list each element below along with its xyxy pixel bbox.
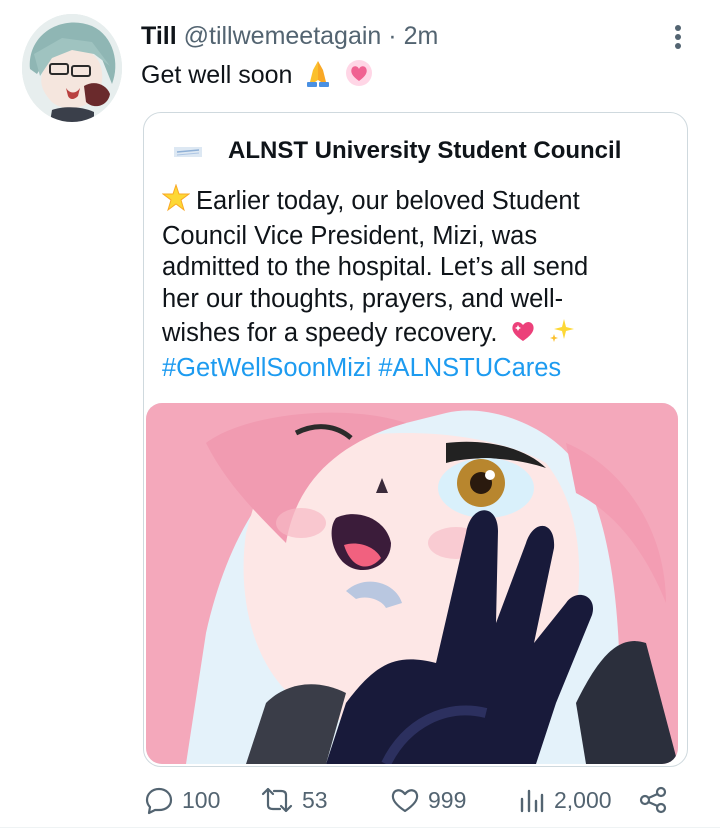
share-button[interactable] [638,778,676,822]
tweet[interactable]: Till @tillwemeetagain · 2m Get well soon [0,0,720,831]
reply-icon [145,787,173,815]
hashtag-alnstucares[interactable]: #ALNSTUCares [378,354,561,382]
author-name[interactable]: Till [141,22,177,50]
quoted-author-name[interactable]: ALNST University Student Council [228,137,678,165]
quoted-line-3: admitted to the hospital. Let’s all send [162,253,589,282]
reply-button[interactable]: 100 [144,778,220,822]
tweet-text: Get well soon [141,58,374,95]
glowing-star-emoji [161,183,191,221]
quoted-tweet[interactable]: ALNST University Student Council Earlier… [143,112,688,767]
tweet-header: Till @tillwemeetagain · 2m [141,22,438,54]
tweet-time[interactable]: 2m [404,22,439,50]
like-count: 999 [428,786,467,813]
hashtags-line: #GetWellSoonMizi #ALNSTUCares [162,353,682,385]
retweet-icon [261,787,293,813]
mizi-illustration-image [146,403,678,764]
separator-dot: · [388,22,397,50]
quoted-tweet-text: Earlier today, our beloved Student Counc… [161,183,682,385]
retweet-button[interactable]: 53 [260,778,328,822]
author-handle[interactable]: @tillwemeetagain [184,22,382,50]
views-count: 2,000 [554,786,612,813]
more-options-icon[interactable] [664,22,692,52]
avatar[interactable] [22,14,122,122]
folded-hands-emoji [303,58,333,95]
quoted-line-5: wishes for a speedy recovery. [162,316,682,353]
views-button[interactable]: 2,000 [518,778,612,822]
retweet-count: 53 [302,786,328,813]
avatar-till-icon [22,14,122,122]
sparkling-heart-emoji [509,316,537,353]
tweet-actions: 100 53 999 2,000 [0,778,720,822]
share-icon [639,786,667,814]
quoted-line-4: her our thoughts, prayers, and well- [162,285,564,314]
quoted-line-2: Council Vice President, Mizi, was [162,221,538,250]
reply-count: 100 [182,786,221,813]
divider [0,827,720,828]
tweet-text-content: Get well soon [141,61,293,90]
student-council-logo [173,142,203,162]
like-button[interactable]: 999 [390,778,466,822]
hashtag-getwellsoonmizi[interactable]: #GetWellSoonMizi [162,354,371,382]
sparkles-emoji [548,316,576,353]
quoted-line-1: Earlier today, our beloved Student [161,183,682,221]
heart-icon [391,789,419,813]
views-icon [520,789,544,813]
quoted-media-image[interactable] [146,403,678,764]
pink-heart-emoji [344,58,374,95]
